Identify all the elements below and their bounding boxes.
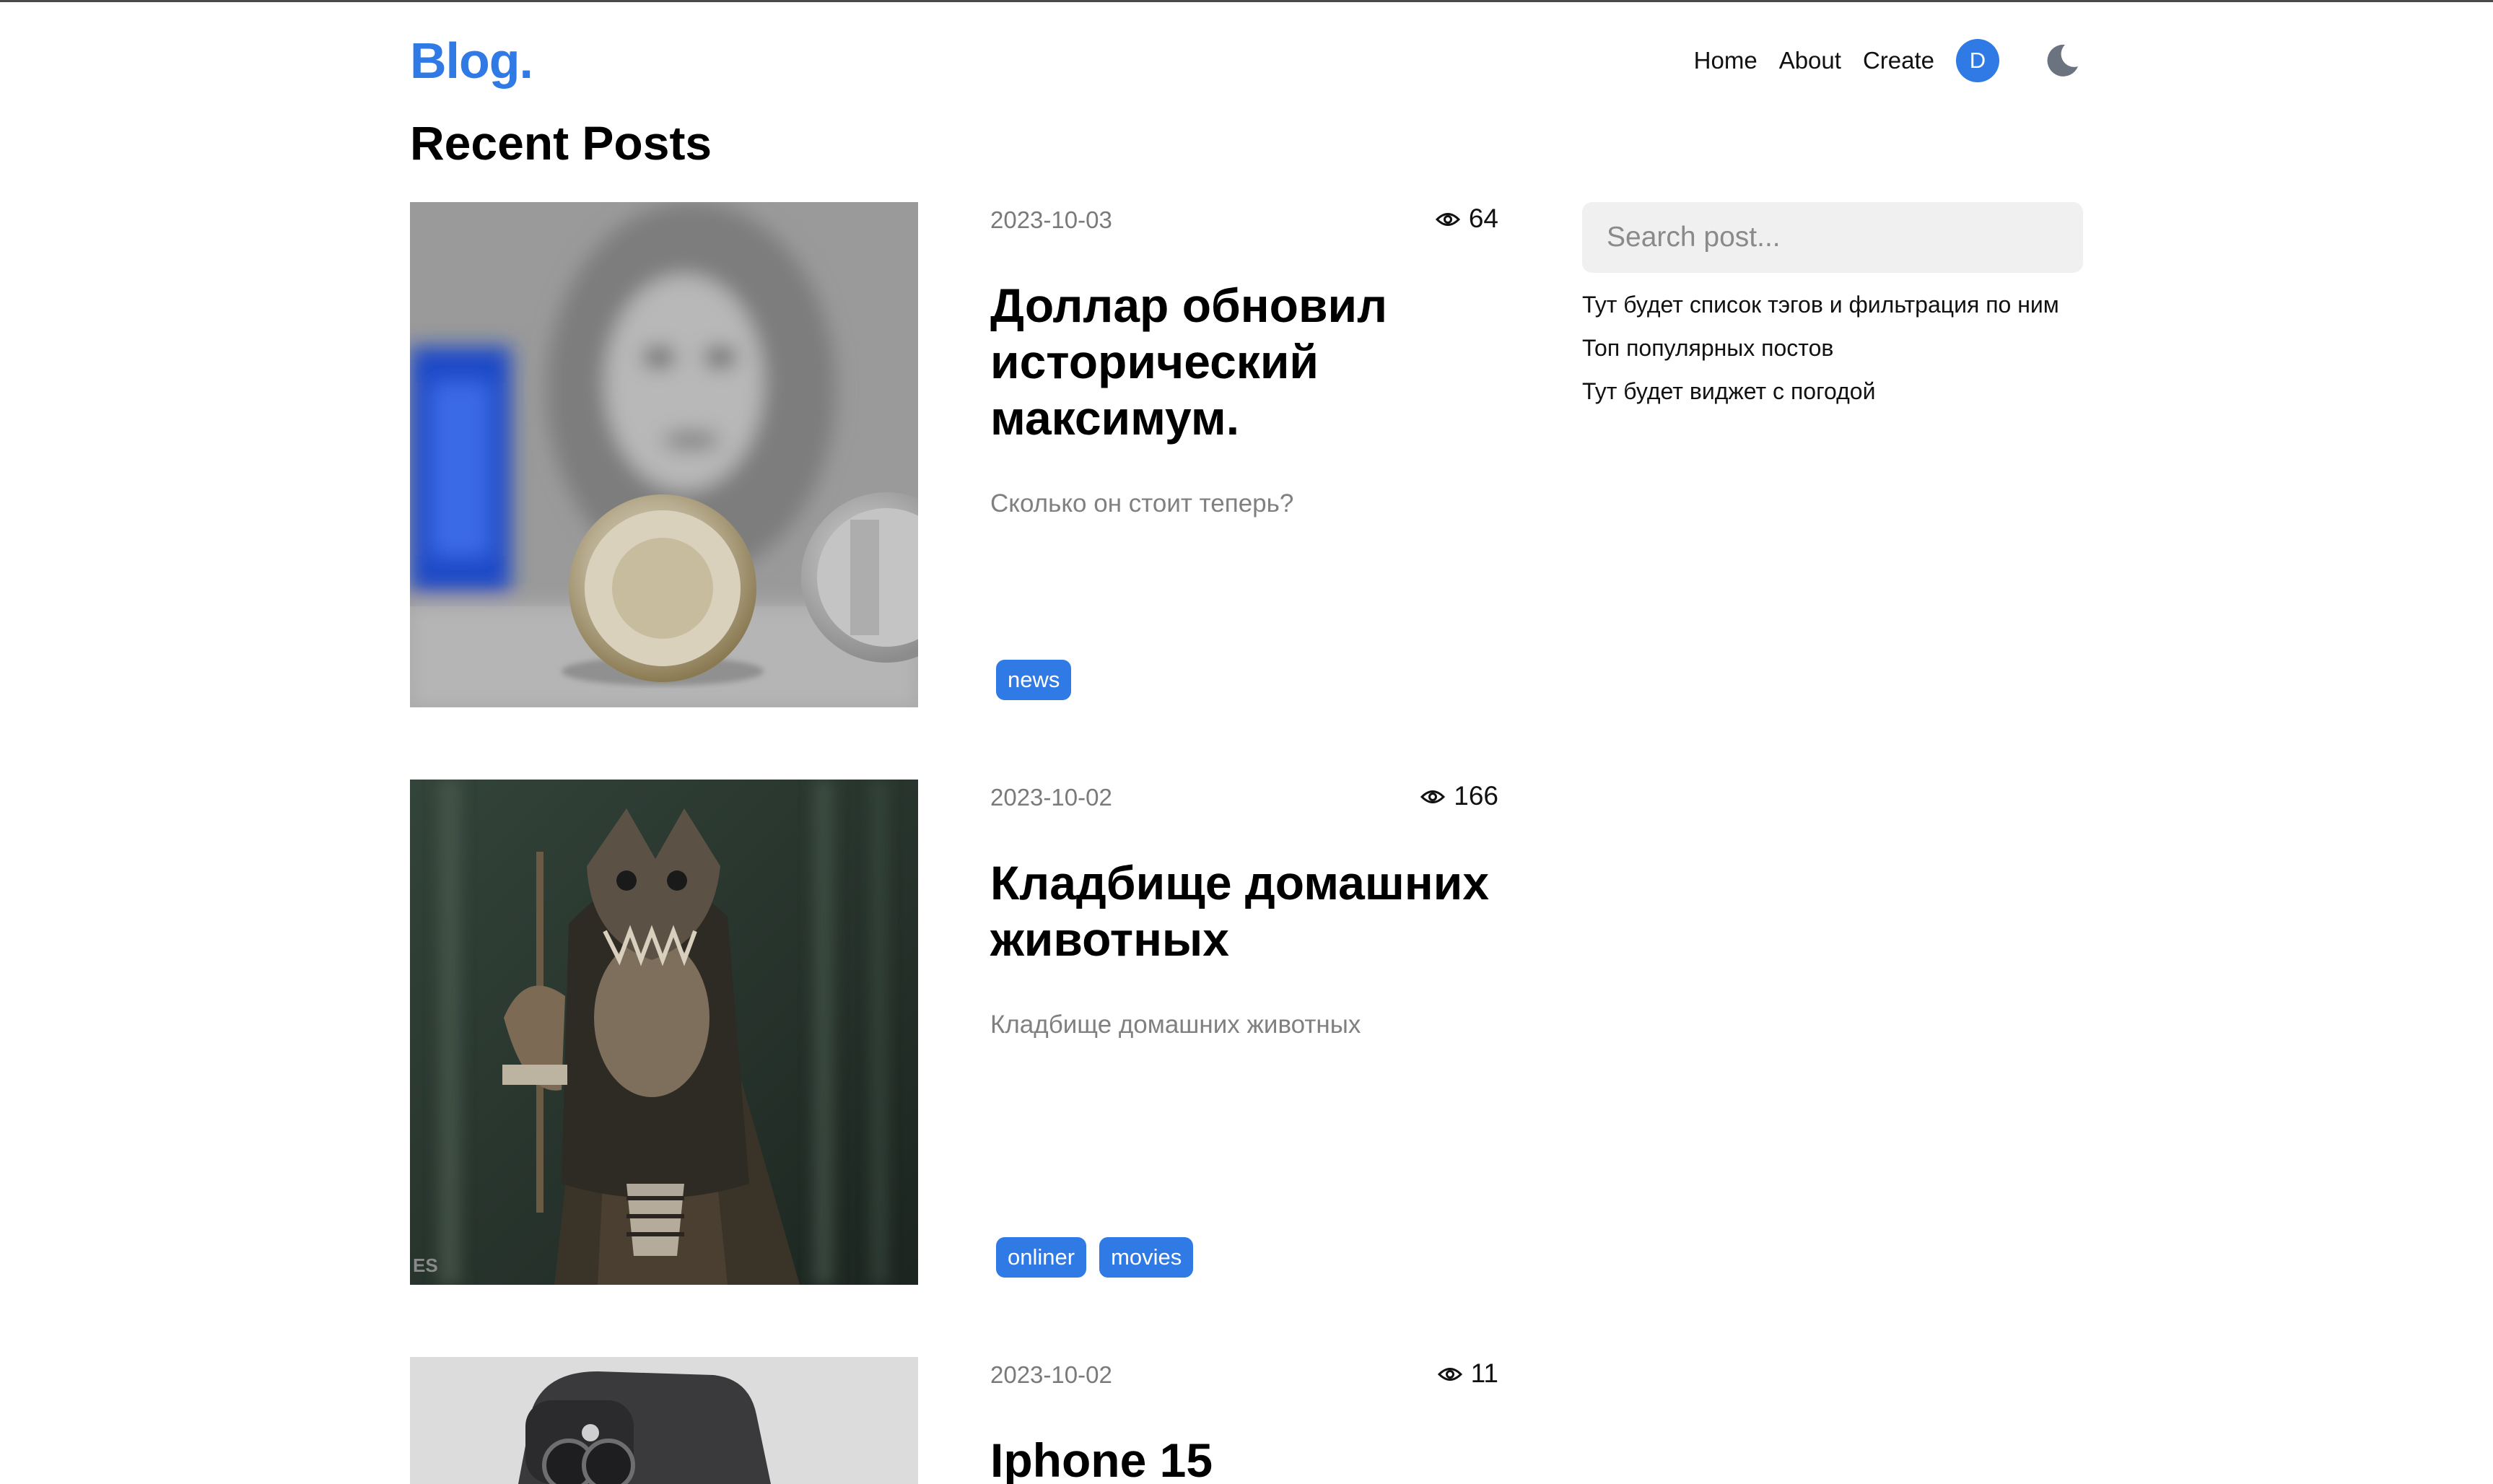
eye-icon xyxy=(1420,781,1446,811)
nav-create-link[interactable]: Create xyxy=(1863,47,1934,74)
post-card[interactable]: 2023-10-03 64 Доллар обновил исторически… xyxy=(410,202,1498,707)
nav-home-link[interactable]: Home xyxy=(1694,47,1758,74)
post-title[interactable]: Кладбище домашних животных xyxy=(990,855,1510,967)
post-title[interactable]: Iphone 15 xyxy=(990,1432,1498,1484)
post-info: 2023-10-03 64 Доллар обновил исторически… xyxy=(990,202,1498,707)
post-thumbnail[interactable]: ES xyxy=(410,780,918,1285)
post-tags: news xyxy=(996,660,1072,700)
view-count: 166 xyxy=(1420,781,1498,811)
tag-chip[interactable]: onliner xyxy=(996,1237,1087,1278)
moon-icon[interactable] xyxy=(2041,40,2083,82)
post-card[interactable]: 2023-10-02 11 Iphone 15 xyxy=(410,1357,1498,1484)
post-date: 2023-10-03 xyxy=(990,206,1112,233)
main-nav: Home About Create D xyxy=(1694,39,2083,82)
view-count: 64 xyxy=(1435,204,1498,234)
sidebar-popular-posts: Топ популярных постов xyxy=(1582,335,1834,361)
nav-about-link[interactable]: About xyxy=(1779,47,1841,74)
site-logo[interactable]: Blog. xyxy=(410,32,533,90)
page-title: Recent Posts xyxy=(410,116,712,170)
view-count-value: 11 xyxy=(1470,1358,1498,1388)
image-watermark: ES xyxy=(413,1254,438,1276)
post-info: 2023-10-02 166 Кладбище домашних животны… xyxy=(990,780,1498,1285)
post-description: Сколько он стоит теперь? xyxy=(990,489,1294,518)
view-count-value: 166 xyxy=(1454,781,1498,811)
sidebar-weather-placeholder: Тут будет виджет с погодой xyxy=(1582,378,1876,404)
post-date: 2023-10-02 xyxy=(990,1361,1112,1388)
post-title[interactable]: Доллар обновил исторический максимум. xyxy=(990,277,1510,446)
post-tags: onliner movies xyxy=(996,1237,1194,1278)
view-count-value: 64 xyxy=(1468,204,1498,233)
user-avatar[interactable]: D xyxy=(1956,39,1999,82)
sidebar-tags-placeholder: Тут будет список тэгов и фильтрация по н… xyxy=(1582,292,2059,318)
eye-icon xyxy=(1435,204,1460,234)
view-count: 11 xyxy=(1437,1358,1498,1389)
post-description: Кладбище домашних животных xyxy=(990,1011,1361,1039)
search-input[interactable] xyxy=(1582,202,2083,273)
post-thumbnail[interactable] xyxy=(410,202,918,707)
post-info: 2023-10-02 11 Iphone 15 xyxy=(990,1357,1498,1484)
site-header: Blog. Home About Create D xyxy=(410,29,2083,92)
top-border xyxy=(0,0,2493,2)
post-thumbnail[interactable] xyxy=(410,1357,918,1484)
sidebar: Тут будет список тэгов и фильтрация по н… xyxy=(1582,202,2083,406)
tag-chip[interactable]: movies xyxy=(1099,1237,1194,1278)
post-date: 2023-10-02 xyxy=(990,784,1112,811)
eye-icon xyxy=(1437,1358,1462,1389)
post-card[interactable]: ES 2023-10-02 166 Кладбище домашних живо… xyxy=(410,780,1498,1285)
tag-chip[interactable]: news xyxy=(996,660,1072,700)
